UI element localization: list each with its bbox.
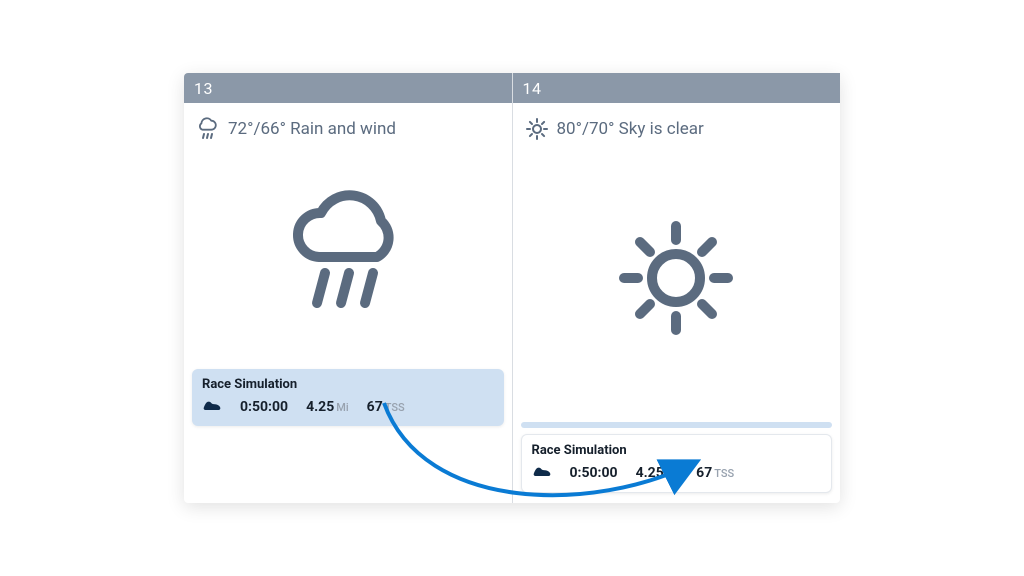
weather-summary: 80°/70° Sky is clear [513, 103, 841, 141]
workout-tss: 67TSS [696, 465, 734, 481]
weather-text: 80°/70° Sky is clear [557, 119, 704, 139]
workout-title: Race Simulation [532, 443, 822, 458]
rain-icon [196, 117, 220, 141]
workout-distance: 4.25Mi [636, 465, 679, 481]
day-header: 14 [513, 73, 841, 103]
weather-hero-icon [513, 141, 841, 414]
day-date: 14 [523, 79, 542, 98]
weather-text: 72°/66° Rain and wind [228, 119, 396, 139]
run-shoe-icon [532, 464, 552, 482]
day-column-13[interactable]: 13 72°/66° Rain and wind Race Simulation [184, 73, 512, 503]
run-shoe-icon [202, 398, 222, 416]
workout-title: Race Simulation [202, 377, 494, 392]
day-date: 13 [194, 79, 213, 98]
day-header: 13 [184, 73, 512, 103]
weather-hero-icon [184, 141, 512, 369]
workout-distance: 4.25Mi [306, 399, 349, 415]
sun-icon [525, 117, 549, 141]
workout-stats: 0:50:00 4.25Mi 67TSS [532, 464, 822, 482]
workout-duration: 0:50:00 [570, 465, 618, 481]
rain-cloud-icon [273, 185, 423, 325]
spacer [184, 436, 512, 504]
workout-duration: 0:50:00 [240, 399, 288, 415]
weather-summary: 72°/66° Rain and wind [184, 103, 512, 141]
calendar-two-day-view: 13 72°/66° Rain and wind Race Simulation [184, 73, 840, 503]
workout-stats: 0:50:00 4.25Mi 67TSS [202, 398, 494, 416]
workout-card-source[interactable]: Race Simulation 0:50:00 4.25Mi 67TSS [192, 369, 504, 426]
workout-card-target[interactable]: Race Simulation 0:50:00 4.25Mi 67TSS [521, 434, 833, 493]
drop-target-indicator [521, 422, 833, 428]
sun-large-icon [601, 208, 751, 348]
day-column-14[interactable]: 14 80°/70° Sky is clear [512, 73, 841, 503]
workout-tss: 67TSS [367, 399, 405, 415]
